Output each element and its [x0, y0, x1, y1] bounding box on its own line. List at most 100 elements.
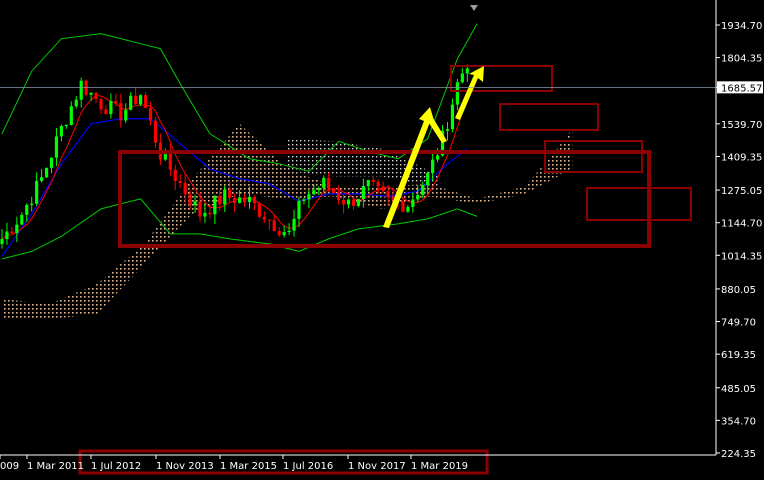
candle-body [79, 80, 83, 100]
candle-body [35, 180, 39, 204]
candle-body [450, 104, 455, 130]
time-tick-label: 1 Jul 2012 [91, 461, 141, 472]
candle-body [188, 194, 192, 205]
candle-body [114, 101, 118, 104]
candle-body [302, 199, 306, 201]
candle-body [436, 155, 440, 160]
candle-body [401, 201, 405, 212]
price-tick-label: 1014.35 [721, 251, 762, 262]
candle-body [178, 181, 182, 184]
candle-body [346, 199, 351, 205]
scroll-marker [470, 5, 478, 11]
gold-price-chart: 1934.70 1804.35 1685.57 1539.70 1409.35 1275.… [0, 0, 764, 475]
candle-body [460, 73, 464, 83]
candle-body [208, 212, 212, 215]
candle-body [238, 197, 242, 203]
candle-body [312, 190, 316, 195]
candle-body [25, 204, 29, 215]
candle-body [89, 92, 93, 95]
candle-body [203, 212, 207, 217]
candle-body [20, 214, 24, 225]
candle-body [148, 107, 153, 121]
bollinger-lower [1, 198, 478, 260]
candle-body [134, 95, 138, 105]
candle-body [411, 199, 415, 207]
candle-body [307, 194, 311, 200]
candle-body [94, 92, 98, 99]
candle-body [247, 196, 252, 203]
price-tick-label: 880.05 [721, 285, 756, 296]
candle-body [332, 188, 336, 193]
candle-body [193, 201, 197, 205]
time-tick-label: 1 Nov 2017 [348, 461, 406, 472]
candle-body [322, 177, 326, 189]
price-tick-label: 354.70 [721, 416, 756, 427]
candle-body [426, 173, 430, 186]
price-tick-label: 749.70 [721, 318, 756, 329]
candle-body [376, 181, 380, 187]
candle-body [292, 218, 296, 231]
time-tick-label: 009 [0, 461, 19, 472]
candle-body [242, 197, 247, 203]
candle-body [40, 177, 44, 181]
candle-body [337, 192, 341, 200]
candle-body [327, 177, 331, 189]
candle-body [54, 136, 59, 158]
candle-body [277, 231, 281, 236]
candle-body [282, 232, 286, 236]
candle-body [69, 106, 73, 125]
price-tick-label: 1409.35 [721, 152, 762, 163]
candle-body [465, 68, 469, 74]
candle-body [153, 120, 158, 143]
arrow-up-right [455, 66, 484, 120]
candle-body [99, 98, 103, 110]
candle-body [252, 196, 257, 204]
time-tick-label: 1 Mar 2011 [27, 461, 84, 472]
arrow-connector [427, 118, 447, 143]
candle-body [381, 186, 385, 192]
candle-body [361, 186, 365, 200]
candle-body [366, 180, 370, 187]
candle-body [371, 180, 375, 182]
candle-body [431, 159, 435, 174]
candle-body [129, 95, 133, 110]
candle-body [233, 197, 237, 203]
candle-body [445, 129, 450, 131]
candle-body [10, 231, 14, 234]
candle-body [183, 183, 187, 195]
candle-body [30, 203, 34, 205]
candle-body [143, 95, 148, 108]
price-tick-label: 1275.05 [721, 186, 762, 197]
candle-body [124, 109, 128, 121]
candle-body [59, 126, 63, 137]
candle-body [356, 199, 360, 206]
price-tick-label: 1804.35 [721, 54, 762, 65]
candle-body [218, 195, 222, 205]
candle-body [49, 157, 54, 168]
candle-body [44, 167, 49, 178]
candle-body [74, 99, 78, 107]
candle-body [386, 191, 390, 198]
annotations [78, 65, 692, 475]
candle-body [262, 216, 266, 220]
candle-body [64, 124, 68, 127]
time-tick-label: 1 Nov 2013 [156, 461, 214, 472]
annotation-box [499, 103, 599, 131]
price-tick-label: 224.35 [721, 449, 756, 460]
candle-body [0, 239, 4, 245]
candle-body [228, 189, 232, 198]
candle-body [109, 101, 113, 115]
price-tick-label: 1144.70 [721, 219, 762, 230]
time-tick-label: 1 Mar 2015 [220, 461, 277, 472]
candle-body [119, 103, 123, 121]
candle-body [421, 185, 425, 196]
annotation-box [586, 187, 692, 221]
price-axis-bg [716, 0, 764, 475]
chart-canvas: 1934.70 1804.35 1685.57 1539.70 1409.35 1275.… [0, 0, 764, 475]
candle-body [104, 109, 108, 115]
candle-body [406, 206, 410, 212]
candle-body [173, 169, 177, 182]
price-tick-label: 1539.70 [721, 120, 762, 131]
candle-body [287, 230, 291, 233]
candle-body [223, 189, 227, 205]
